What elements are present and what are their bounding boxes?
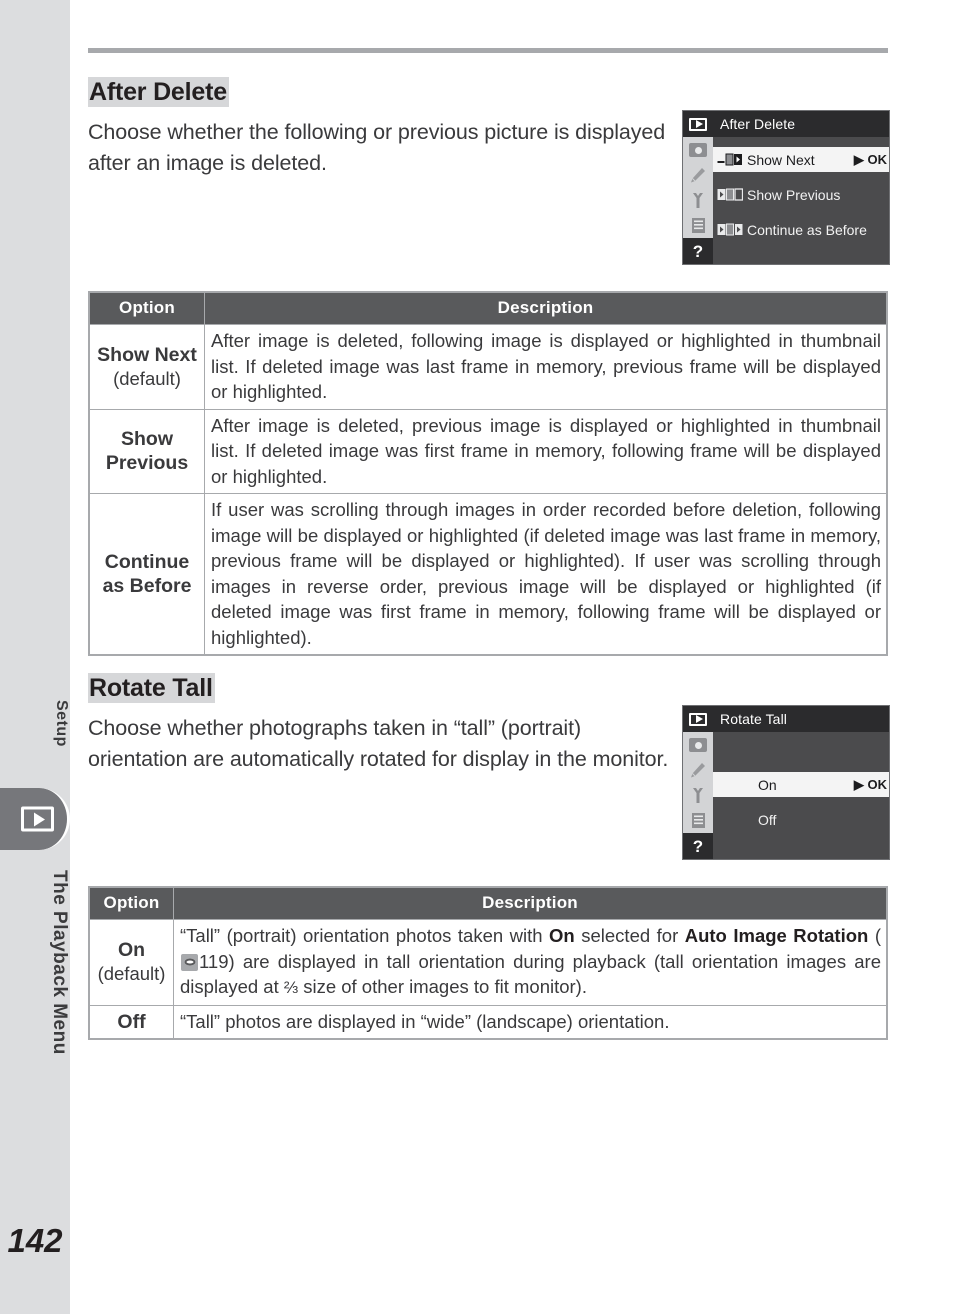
option-name: On (default) <box>88 919 174 1006</box>
help-icon[interactable]: ? <box>683 833 713 859</box>
shooting-menu-icon[interactable] <box>685 733 711 757</box>
continue-as-before-icon <box>717 223 743 236</box>
menu-item-label: On <box>758 776 777 793</box>
side-tab-playback-active[interactable] <box>0 788 70 850</box>
option-description: After image is deleted, following image … <box>204 324 888 410</box>
menu-item-show-previous[interactable]: Show Previous <box>713 182 889 207</box>
pencil-glyph <box>691 762 705 777</box>
pencil-icon[interactable] <box>685 163 711 187</box>
option-description: “Tall” (portrait) orientation photos tak… <box>173 919 888 1006</box>
shooting-menu-icon[interactable] <box>685 138 711 162</box>
option-label: Show Previous <box>105 428 189 475</box>
option-name: Show Previous <box>88 408 205 494</box>
menu-item-label: Show Previous <box>747 186 841 203</box>
camera-screen-body: After Delete Show Next ▶ OK Show Previou… <box>713 111 889 264</box>
fraction-two-thirds: ⅔ <box>283 978 299 997</box>
see-also-eye-icon <box>181 953 198 971</box>
camera-menu-tabs: ? <box>683 706 713 859</box>
camera-menu-list: On ▶ OK Off <box>713 732 889 859</box>
camera-screen-title: Rotate Tall <box>713 706 889 732</box>
pencil-icon[interactable] <box>685 758 711 782</box>
menu-item-on[interactable]: On ▶ OK <box>713 772 889 797</box>
menu-item-show-next[interactable]: Show Next ▶ OK <box>713 147 889 172</box>
section-2-lead: Choose whether photographs taken in “tal… <box>88 716 669 771</box>
camera-screen-rotate-tall: ? Rotate Tall On ▶ OK Off <box>682 705 890 860</box>
table-row: Show Next (default) After image is delet… <box>88 324 888 410</box>
page-number: 142 <box>7 1222 63 1259</box>
recent-settings-icon[interactable] <box>685 213 711 237</box>
section-1-heading-text: After Delete <box>88 77 229 107</box>
help-icon[interactable]: ? <box>683 238 713 264</box>
menu-item-off[interactable]: Off <box>713 807 889 832</box>
table-row: On (default) “Tall” (portrait) orientati… <box>88 919 888 1006</box>
desc-bold-auto-image-rotation: Auto Image Rotation <box>684 925 869 946</box>
table-header-row: Option Description <box>88 886 888 920</box>
column-header-description: Description <box>173 886 888 920</box>
camera-menu-tabs: ? <box>683 111 713 264</box>
camera-menu-list: Show Next ▶ OK Show Previous Continue as… <box>713 137 889 264</box>
desc-part: ( <box>868 925 881 946</box>
pencil-glyph <box>691 167 705 182</box>
menu-item-label: Continue as Before <box>747 221 867 238</box>
table-row: Continue as Before If user was scrolling… <box>88 493 888 656</box>
option-default-note: (default) <box>97 963 166 985</box>
menu-item-label: Off <box>758 811 777 828</box>
desc-part: size of other images to fit monitor). <box>298 976 587 997</box>
option-name: Show Next (default) <box>88 324 205 410</box>
playback-icon <box>21 806 54 832</box>
show-previous-icon <box>717 188 743 201</box>
option-description: If user was scrolling through images in … <box>204 493 888 656</box>
option-description: After image is deleted, previous image i… <box>204 408 888 494</box>
ok-indicator[interactable]: ▶ OK <box>854 777 887 793</box>
wrench-icon[interactable] <box>685 188 711 212</box>
playback-icon[interactable] <box>683 111 713 137</box>
option-label: Continue as Before <box>102 551 192 597</box>
header-rule <box>88 48 888 53</box>
column-header-description: Description <box>204 291 888 325</box>
wrench-icon[interactable] <box>685 783 711 807</box>
column-header-option: Option <box>88 291 205 325</box>
table-row: Show Previous After image is deleted, pr… <box>88 408 888 494</box>
desc-part: “Tall” (portrait) orientation photos tak… <box>180 925 550 946</box>
show-next-icon <box>717 153 743 166</box>
side-tab-band <box>0 0 70 1314</box>
side-tab-label-playback-menu[interactable]: The Playback Menu <box>0 870 70 1055</box>
menu-item-label: Show Next <box>747 151 815 168</box>
list-glyph <box>691 812 705 828</box>
option-description: “Tall” photos are displayed in “wide” (l… <box>173 1004 888 1040</box>
camera-screen-after-delete: ? After Delete Show Next ▶ OK Show Previ… <box>682 110 890 265</box>
menu-item-continue-as-before[interactable]: Continue as Before <box>713 217 889 242</box>
wrench-glyph <box>693 787 703 803</box>
table-header-row: Option Description <box>88 291 888 325</box>
playback-icon[interactable] <box>683 706 713 732</box>
option-name: Continue as Before <box>88 493 205 656</box>
column-header-option: Option <box>88 886 174 920</box>
section-2-heading: Rotate Tall <box>88 673 215 703</box>
rotate-tall-options-table: Option Description On (default) “Tall” (… <box>88 886 888 1040</box>
ok-indicator[interactable]: ▶ OK <box>854 152 887 168</box>
page-title: After Delete <box>88 77 229 107</box>
cross-reference-page: 119 <box>199 950 229 972</box>
after-delete-options-table: Option Description Show Next (default) A… <box>88 291 888 656</box>
wrench-glyph <box>693 192 703 208</box>
option-label: Show Next <box>97 343 197 366</box>
option-default-note: (default) <box>113 367 181 389</box>
recent-settings-icon[interactable] <box>685 808 711 832</box>
desc-bold-on: On <box>549 925 575 946</box>
section-2-heading-text: Rotate Tall <box>88 673 215 703</box>
option-label: Off <box>117 1010 146 1033</box>
section-1-lead: Choose whether the following or previous… <box>88 120 666 175</box>
option-name: Off <box>88 1004 174 1040</box>
camera-screen-title: After Delete <box>713 111 889 137</box>
side-tab-label-setup[interactable]: Setup <box>0 700 70 747</box>
table-row: Off “Tall” photos are displayed in “wide… <box>88 1004 888 1040</box>
desc-part: selected for <box>574 925 685 946</box>
camera-screen-body: Rotate Tall On ▶ OK Off <box>713 706 889 859</box>
list-glyph <box>691 217 705 233</box>
option-label: On <box>117 939 146 962</box>
